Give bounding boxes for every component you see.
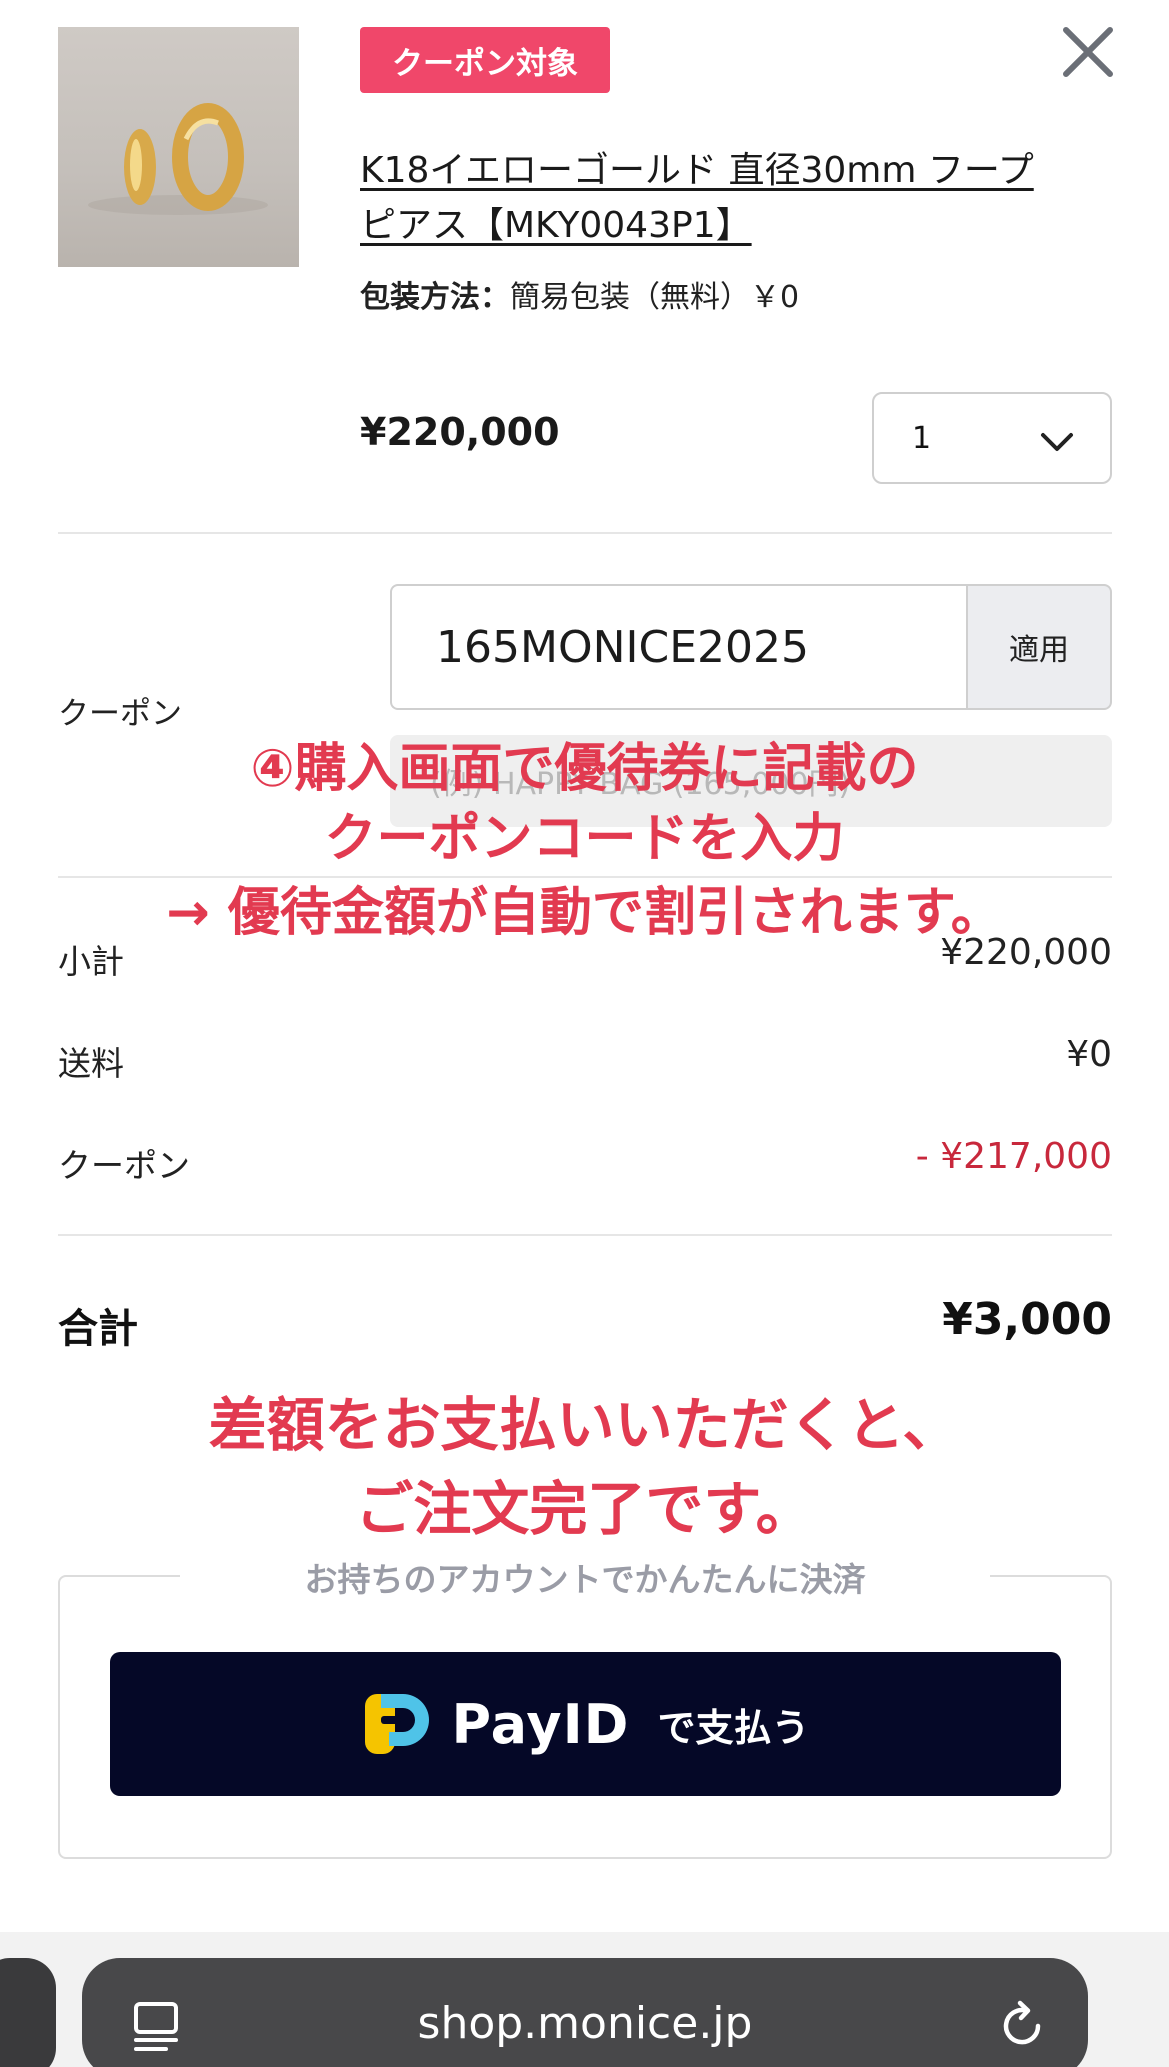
apply-coupon-button[interactable]: 適用 [966,584,1112,710]
divider [58,876,1112,878]
payid-pay-button[interactable]: PayID で支払う [110,1652,1061,1796]
coupon-code-input[interactable]: 165MONICE2025 [390,584,968,710]
close-icon[interactable] [1060,24,1116,80]
address-bar-url[interactable]: shop.monice.jp [82,1998,1088,2049]
product-title-link[interactable]: K18イエローゴールド 直径30mm フープピアス【MKY0043P1】 [360,143,1050,253]
shipping-label: 送料 [58,1044,124,1083]
wrapping-method-value: 簡易包装（無料）￥0 [510,280,800,315]
total-label: 合計 [58,1306,138,1352]
coupon-discount-label: クーポン [58,1146,190,1185]
total-value: ¥3,000 [942,1294,1112,1345]
payid-logo-icon [365,1694,430,1754]
subtotal-label: 小計 [58,942,124,981]
wrapping-method-label: 包装方法： [360,280,510,315]
product-image[interactable] [58,27,299,267]
wrapping-method: 包装方法：簡易包装（無料）￥0 [360,273,799,323]
shipping-value: ¥0 [1066,1034,1112,1075]
quantity-value: 1 [912,420,932,456]
quantity-select[interactable]: 1 [872,392,1112,484]
subtotal-value: ¥220,000 [940,932,1112,973]
payid-brand-label: PayID [451,1692,630,1756]
divider [58,1234,1112,1236]
annotation-payment-line2: ご注文完了です。 [355,1475,814,1543]
reload-icon[interactable] [996,2000,1048,2056]
annotation-step4-line2: クーポンコードを入力 [324,809,845,869]
chevron-down-icon [1041,433,1073,451]
reader-icon[interactable] [132,2000,180,2056]
express-checkout-caption: お持ちのアカウントでかんたんに決済 [180,1553,990,1601]
coupon-discount-value: - ¥217,000 [915,1136,1112,1177]
previous-tab-preview[interactable] [0,1958,56,2067]
coupon-eligible-badge: クーポン対象 [360,27,610,93]
annotation-step4-line1: ④購入画面で優待券に記載の [250,739,919,799]
product-price: ¥220,000 [360,410,560,454]
payid-button-label: で支払う [657,1705,810,1750]
divider [58,532,1112,534]
annotation-payment-line1: 差額をお支払いいただくと、 [208,1391,961,1459]
